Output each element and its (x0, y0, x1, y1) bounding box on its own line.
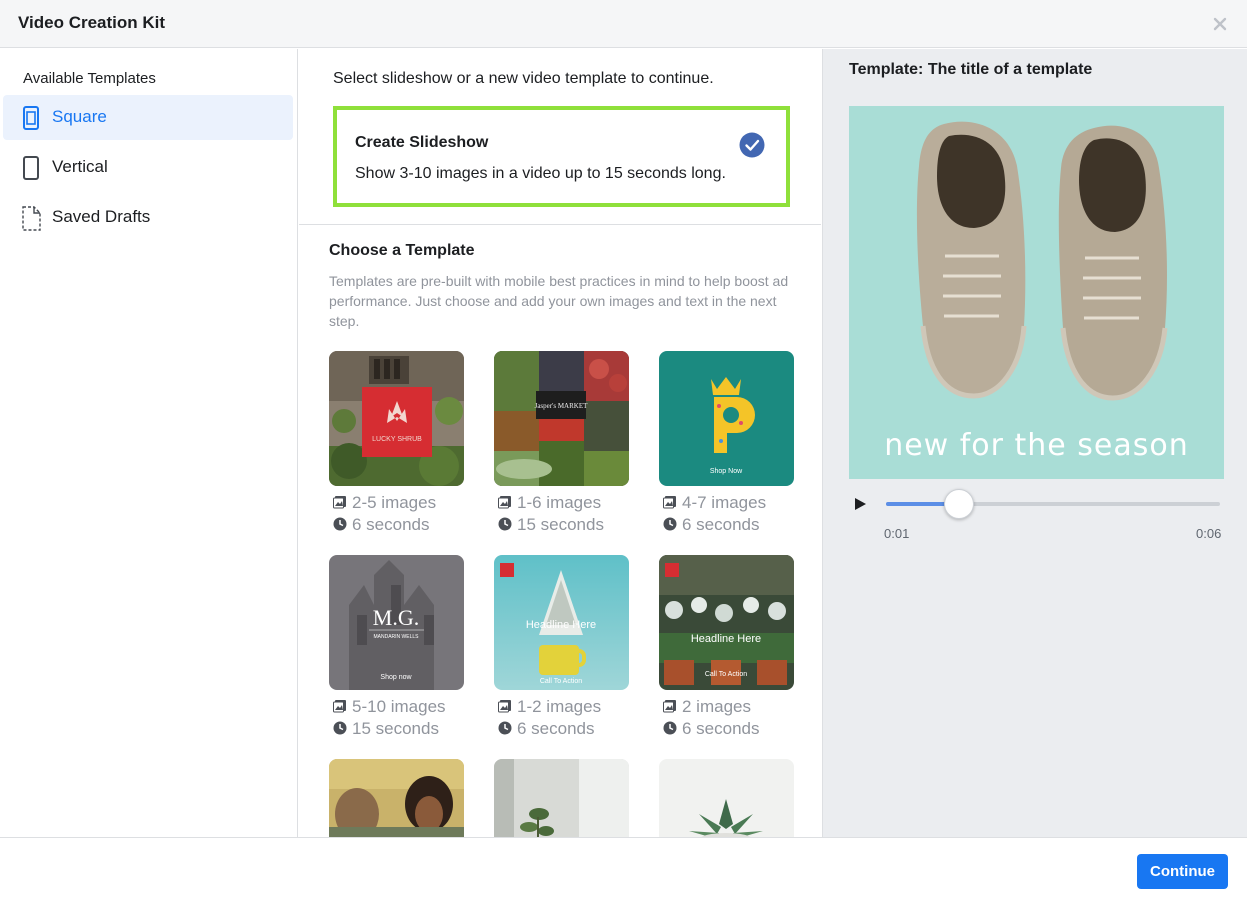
thumb-brand-text: LUCKY SHRUB (372, 436, 422, 443)
image-count-label: 1-2 images (517, 697, 602, 716)
image-count-label: 2-5 images (352, 493, 437, 512)
clock-icon (333, 517, 347, 531)
preview-panel: Template: The title of a template new fo… (822, 49, 1247, 837)
total-time: 0:06 (1196, 526, 1222, 541)
template-duration: 6 seconds (663, 719, 760, 739)
clock-icon (498, 517, 512, 531)
choose-template-description: Templates are pre-built with mobile best… (329, 273, 789, 329)
clock-icon (498, 721, 512, 735)
template-duration: 15 seconds (498, 515, 604, 535)
duration-label: 15 seconds (352, 719, 439, 738)
dialog-header: Video Creation Kit (0, 0, 1247, 48)
select-prompt: Select slideshow or a new video template… (333, 70, 714, 87)
thumb-brand-text: M.G. (373, 605, 419, 630)
preview-title: Template: The title of a template (849, 61, 1093, 78)
thumb-brand-text: Jasper's MARKET (535, 402, 589, 410)
dialog-footer: Continue (0, 837, 1247, 901)
preview-shoes-image (849, 106, 1224, 479)
current-time: 0:01 (884, 526, 910, 541)
template-image-count: 2-5 images (333, 493, 436, 513)
template-duration: 6 seconds (663, 515, 760, 535)
images-icon (663, 700, 676, 713)
images-icon (333, 496, 346, 509)
template-thumbnail: Headline Here Call To Action (494, 555, 629, 690)
thumb-cta-text: Call To Action (540, 678, 582, 685)
image-count-label: 1-6 images (517, 493, 602, 512)
duration-label: 6 seconds (682, 515, 760, 534)
template-thumbnail (329, 759, 464, 837)
close-icon[interactable] (1211, 15, 1229, 33)
clock-icon (333, 721, 347, 735)
clock-icon (663, 721, 677, 735)
dialog-title: Video Creation Kit (18, 13, 166, 32)
sidebar-item-label: Square (52, 107, 107, 126)
preview-video[interactable]: new for the season (849, 106, 1224, 479)
sidebar-item-label: Saved Drafts (52, 207, 151, 226)
template-duration: 6 seconds (333, 515, 430, 535)
choose-template-title: Choose a Template (329, 242, 475, 259)
vertical-format-icon (23, 156, 39, 180)
template-image-count: 1-6 images (498, 493, 601, 513)
thumb-cta-text: Shop now (380, 674, 412, 681)
images-icon (498, 700, 511, 713)
template-thumbnail (659, 759, 794, 837)
template-thumbnail: Jasper's MARKET (494, 351, 629, 486)
template-thumbnail: Headline Here Call To Action (659, 555, 794, 690)
image-count-label: 4-7 images (682, 493, 767, 512)
template-image-count: 2 images (663, 697, 751, 717)
slideshow-description: Show 3-10 images in a video up to 15 sec… (355, 165, 726, 182)
images-icon (498, 496, 511, 509)
progress-handle[interactable] (944, 489, 975, 519)
thumb-headline-text: Headline Here (526, 619, 596, 631)
sidebar-item-vertical[interactable]: Vertical (3, 145, 293, 190)
duration-label: 6 seconds (517, 719, 595, 738)
template-thumbnail: M.G. MANDARIN WELLS Shop now (329, 555, 464, 690)
template-thumbnail (494, 759, 629, 837)
template-image-count: 5-10 images (333, 697, 446, 717)
sidebar-item-saved-drafts[interactable]: Saved Drafts (3, 195, 293, 240)
thumb-sub-text: MANDARIN WELLS (373, 634, 419, 640)
duration-label: 15 seconds (517, 515, 604, 534)
video-progress-slider[interactable] (886, 489, 1220, 519)
divider (299, 224, 821, 225)
template-duration: 15 seconds (333, 719, 439, 739)
thumb-cta-text: Call To Action (705, 671, 747, 678)
slideshow-title: Create Slideshow (355, 134, 489, 151)
thumb-cta-text: Shop Now (710, 468, 743, 475)
template-chooser: Select slideshow or a new video template… (299, 49, 821, 837)
draft-document-icon (22, 206, 41, 231)
template-duration: 6 seconds (498, 719, 595, 739)
sidebar-item-label: Vertical (52, 157, 108, 176)
template-image-count: 4-7 images (663, 493, 766, 513)
templates-sidebar: Available Templates Square Vertical Save… (0, 49, 298, 837)
continue-button[interactable]: Continue (1137, 854, 1228, 889)
square-format-icon (23, 106, 39, 130)
images-icon (333, 700, 346, 713)
clock-icon (663, 517, 677, 531)
create-slideshow-card[interactable]: Create Slideshow Show 3-10 images in a v… (333, 106, 790, 207)
image-count-label: 5-10 images (352, 697, 446, 716)
checkmark-icon (739, 132, 765, 158)
sidebar-heading: Available Templates (23, 70, 156, 87)
duration-label: 6 seconds (682, 719, 760, 738)
thumb-headline-text: Headline Here (691, 633, 761, 645)
preview-caption: new for the season (884, 428, 1189, 463)
duration-label: 6 seconds (352, 515, 430, 534)
template-thumbnail: Shop Now (659, 351, 794, 486)
sidebar-item-square[interactable]: Square (3, 95, 293, 140)
play-icon[interactable] (853, 497, 867, 511)
template-thumbnail: LUCKY SHRUB (329, 351, 464, 486)
image-count-label: 2 images (682, 697, 751, 716)
images-icon (663, 496, 676, 509)
template-image-count: 1-2 images (498, 697, 601, 717)
